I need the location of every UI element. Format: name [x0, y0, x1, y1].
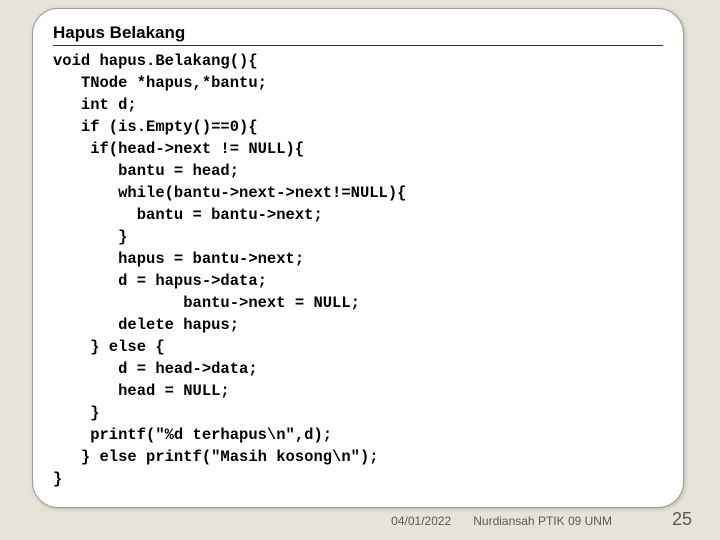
slide-card: Hapus Belakang void hapus.Belakang(){ TN… — [32, 8, 684, 508]
title-text: Hapus Belakang — [53, 23, 663, 46]
page-number: 25 — [672, 509, 692, 530]
code-block: void hapus.Belakang(){ TNode *hapus,*ban… — [53, 50, 663, 490]
footer-note: Nurdiansah PTIK 09 UNM — [473, 514, 612, 528]
footer: 04/01/2022 Nurdiansah PTIK 09 UNM 25 — [391, 509, 692, 530]
footer-date: 04/01/2022 — [391, 514, 451, 528]
